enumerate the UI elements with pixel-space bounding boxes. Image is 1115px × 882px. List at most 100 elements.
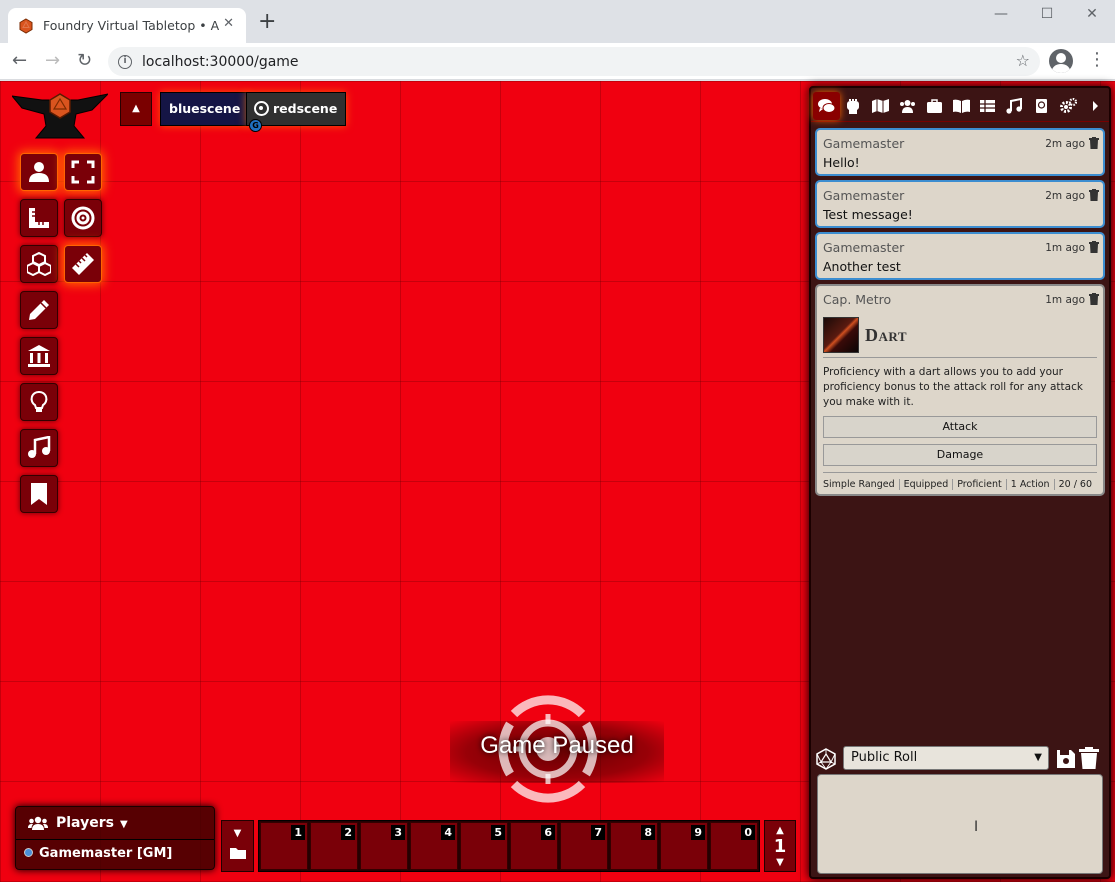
- url-text: localhost:30000/game: [142, 53, 299, 70]
- minimize-button[interactable]: —: [978, 6, 1024, 22]
- macro-slot[interactable]: 7: [560, 822, 608, 870]
- macro-directory-button[interactable]: ▼: [221, 820, 254, 872]
- back-arrow-icon[interactable]: ←: [12, 51, 27, 71]
- macro-slot[interactable]: 3: [360, 822, 408, 870]
- pencil-icon: [29, 300, 49, 320]
- bullseye-icon: [71, 206, 95, 230]
- item-description: Proficiency with a dart allows you to ad…: [823, 366, 1083, 408]
- tile-controls-button[interactable]: [20, 245, 58, 283]
- chat-message-input[interactable]: I: [817, 774, 1103, 874]
- attack-button[interactable]: Attack: [823, 416, 1097, 438]
- scene-button-bluescene[interactable]: bluescene: [160, 92, 250, 126]
- damage-button[interactable]: Damage: [823, 444, 1097, 466]
- scene-label-redscene: redscene: [273, 101, 338, 116]
- trash-icon[interactable]: [1089, 137, 1099, 149]
- hotbar-page-control[interactable]: ▲ 1 ▼: [764, 820, 796, 872]
- site-info-icon[interactable]: i: [118, 54, 132, 69]
- tab-combat[interactable]: [840, 92, 867, 120]
- lightbulb-icon: [30, 391, 48, 412]
- macro-slot-key: 3: [391, 825, 405, 840]
- trash-icon[interactable]: [1089, 293, 1099, 305]
- player-row[interactable]: Gamemaster [GM]: [16, 840, 214, 861]
- trash-icon[interactable]: [1089, 189, 1099, 201]
- item-property: 20 / 60: [1058, 479, 1093, 490]
- browser-tab-bar: Foundry Virtual Tabletop • A Standalone …: [0, 0, 1115, 43]
- trash-icon[interactable]: [1079, 747, 1099, 769]
- message-content: Hello!: [823, 155, 860, 170]
- fullscreen-button[interactable]: [64, 153, 102, 191]
- tab-actors[interactable]: [894, 92, 921, 120]
- bookmark-star-icon[interactable]: ☆: [1016, 51, 1030, 70]
- target-tool-button[interactable]: [64, 199, 102, 237]
- macro-slot-key: 1: [291, 825, 305, 840]
- tab-chat[interactable]: [813, 92, 840, 120]
- macro-slot-key: 0: [741, 825, 755, 840]
- scene-nav-toggle-button[interactable]: ▲: [120, 92, 152, 126]
- macro-slot-key: 6: [541, 825, 555, 840]
- browser-menu-icon[interactable]: ⋮: [1088, 50, 1106, 70]
- macro-slot-key: 9: [691, 825, 705, 840]
- scene-button-redscene[interactable]: redscene G: [246, 92, 347, 132]
- macro-slot[interactable]: 8: [610, 822, 658, 870]
- profile-avatar-icon[interactable]: [1049, 49, 1073, 73]
- tab-settings[interactable]: [1055, 92, 1082, 120]
- hotbar-page-number: 1: [773, 836, 787, 857]
- game-paused-text: Game Paused: [480, 732, 634, 759]
- browser-tab[interactable]: Foundry Virtual Tabletop • A Standalone …: [8, 8, 246, 43]
- maximize-button[interactable]: ☐: [1024, 6, 1070, 22]
- save-icon[interactable]: [1057, 748, 1075, 768]
- users-icon: [899, 100, 915, 113]
- caret-down-icon: ▼: [233, 828, 242, 839]
- expand-icon: [71, 160, 95, 184]
- drawing-tools-button[interactable]: [20, 291, 58, 329]
- reload-icon[interactable]: ↻: [77, 51, 92, 71]
- window-close-button[interactable]: ✕: [1069, 6, 1115, 22]
- users-icon: [28, 816, 48, 830]
- macro-slot-key: 2: [341, 825, 355, 840]
- players-header[interactable]: Players ▼: [16, 807, 214, 840]
- d20-dice-icon[interactable]: [815, 748, 837, 770]
- roll-mode-select[interactable]: Public Roll ▼: [843, 746, 1049, 770]
- chevron-down-icon[interactable]: ▼: [120, 819, 128, 830]
- tab-items[interactable]: [921, 92, 948, 120]
- macro-slot[interactable]: 1: [260, 822, 308, 870]
- players-list: Players ▼ Gamemaster [GM]: [15, 806, 215, 870]
- macro-slot[interactable]: 4: [410, 822, 458, 870]
- macro-slot[interactable]: 0: [710, 822, 758, 870]
- tab-journal[interactable]: [948, 92, 975, 120]
- macro-slot-key: 8: [641, 825, 655, 840]
- item-properties: Simple Ranged Equipped Proficient 1 Action 2…: [823, 472, 1097, 490]
- landmark-icon: [28, 345, 50, 367]
- ruler-icon: [72, 253, 94, 275]
- page-down-icon[interactable]: ▼: [765, 856, 795, 870]
- notes-controls-button[interactable]: [20, 475, 58, 513]
- ruler-tool-button[interactable]: [64, 245, 102, 283]
- tab-playlists[interactable]: [1001, 92, 1028, 120]
- forward-arrow-icon[interactable]: →: [45, 51, 60, 71]
- message-timestamp: 2m ago: [1045, 138, 1085, 150]
- address-bar[interactable]: i localhost:30000/game ☆: [108, 47, 1040, 76]
- text-cursor-icon: I: [974, 819, 979, 835]
- wall-controls-button[interactable]: [20, 337, 58, 375]
- new-tab-button[interactable]: +: [258, 11, 276, 33]
- macro-slot-key: 4: [441, 825, 455, 840]
- macro-slot[interactable]: 2: [310, 822, 358, 870]
- tab-tables[interactable]: [974, 92, 1001, 120]
- measure-controls-button[interactable]: [20, 199, 58, 237]
- message-content: Test message!: [823, 207, 913, 222]
- trash-icon[interactable]: [1089, 241, 1099, 253]
- ambient-sound-button[interactable]: [20, 429, 58, 467]
- sidebar-collapse-button[interactable]: [1082, 92, 1109, 120]
- item-name[interactable]: Dart: [865, 325, 907, 346]
- macro-slot[interactable]: 9: [660, 822, 708, 870]
- macro-slot[interactable]: 6: [510, 822, 558, 870]
- message-content: Another test: [823, 259, 901, 274]
- lighting-controls-button[interactable]: [20, 383, 58, 421]
- tab-scenes[interactable]: [867, 92, 894, 120]
- macro-hotbar: 1 2 3 4 5 6 7 8 9 0: [258, 820, 760, 872]
- music-note-icon: [1006, 98, 1023, 114]
- macro-slot[interactable]: 5: [460, 822, 508, 870]
- tab-close-icon[interactable]: ✕: [223, 16, 234, 31]
- tab-compendium[interactable]: [1028, 92, 1055, 120]
- token-controls-button[interactable]: [20, 153, 58, 191]
